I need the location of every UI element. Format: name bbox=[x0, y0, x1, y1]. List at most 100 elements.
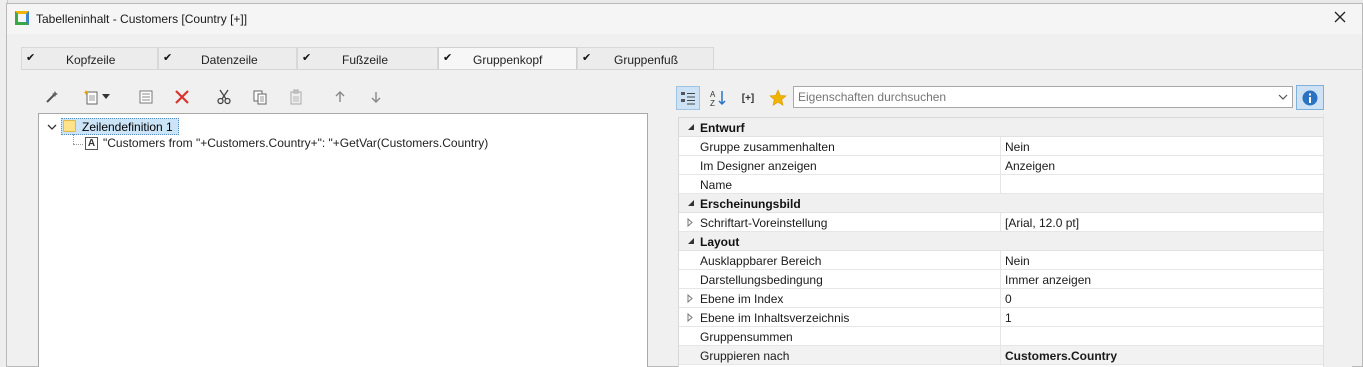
new-item-icon bbox=[84, 90, 98, 105]
paste-button[interactable] bbox=[285, 87, 307, 107]
table-content-dialog: Tabelleninhalt - Customers [Country [+]]… bbox=[6, 3, 1363, 367]
chevron-down-icon[interactable] bbox=[1277, 91, 1289, 103]
tab-datenzeile[interactable]: ✔ Datenzeile bbox=[158, 47, 297, 69]
property-row[interactable]: Schriftart-Voreinstellung [Arial, 12.0 p… bbox=[679, 213, 1328, 232]
text-field-icon: A bbox=[85, 137, 98, 150]
collapse-icon[interactable] bbox=[687, 237, 695, 245]
delete-button[interactable] bbox=[171, 87, 193, 107]
window-title: Tabelleninhalt - Customers [Country [+]] bbox=[36, 12, 248, 26]
collapse-icon[interactable] bbox=[687, 199, 695, 207]
copy-button[interactable] bbox=[249, 87, 271, 107]
tab-label: Gruppenkopf bbox=[473, 53, 543, 67]
row-definition-tree: Zeilendefinition 1 A "Customers from "+C… bbox=[38, 113, 648, 367]
property-name: Ebene im Inhaltsverzeichnis bbox=[700, 311, 850, 325]
close-icon bbox=[1334, 11, 1346, 23]
property-row[interactable]: Im Designer anzeigen Anzeigen bbox=[679, 156, 1328, 175]
property-value[interactable]: Nein bbox=[1005, 254, 1030, 268]
property-value[interactable]: [Arial, 12.0 pt] bbox=[1005, 216, 1079, 230]
tab-label: Fußzeile bbox=[342, 53, 389, 67]
column-divider bbox=[1000, 156, 1001, 175]
property-name: Schriftart-Voreinstellung bbox=[700, 216, 828, 230]
delete-icon bbox=[175, 90, 189, 104]
new-item-dropdown[interactable] bbox=[99, 87, 113, 107]
tab-label: Gruppenfuß bbox=[614, 53, 679, 67]
property-name: Ausklappbarer Bereich bbox=[700, 254, 822, 268]
property-row[interactable]: Ausklappbarer Bereich Nein bbox=[679, 251, 1328, 270]
property-row-selected[interactable]: Gruppieren nach Customers.Country bbox=[679, 346, 1328, 365]
property-name: Gruppensummen bbox=[700, 330, 793, 344]
category-label: Layout bbox=[700, 235, 740, 249]
property-search-combo[interactable] bbox=[793, 86, 1293, 108]
property-row[interactable]: Ebene im Inhaltsverzeichnis 1 bbox=[679, 308, 1328, 327]
expand-icon[interactable] bbox=[687, 218, 693, 227]
tab-kopfzeile[interactable]: ✔ Kopfzeile bbox=[21, 47, 158, 69]
column-divider bbox=[1000, 175, 1001, 194]
tab-divider bbox=[21, 69, 1363, 70]
sort-az-icon: AZ bbox=[710, 90, 726, 107]
check-icon[interactable]: ✔ bbox=[163, 51, 172, 64]
check-icon[interactable]: ✔ bbox=[302, 51, 311, 64]
column-divider bbox=[1000, 270, 1001, 289]
property-value[interactable]: Immer anzeigen bbox=[1005, 273, 1091, 287]
tab-gruppenkopf[interactable]: ✔ Gruppenkopf bbox=[438, 47, 577, 70]
check-icon[interactable]: ✔ bbox=[26, 51, 35, 64]
wand-icon bbox=[46, 91, 58, 103]
tab-label: Datenzeile bbox=[201, 53, 258, 67]
move-up-icon bbox=[335, 91, 345, 102]
collapse-icon[interactable] bbox=[687, 123, 695, 131]
info-button[interactable] bbox=[1296, 85, 1324, 110]
copy-icon bbox=[253, 90, 267, 105]
property-row[interactable]: Ebene im Index 0 bbox=[679, 289, 1328, 308]
property-name: Ebene im Index bbox=[700, 292, 784, 306]
property-row[interactable]: Name bbox=[679, 175, 1328, 194]
tab-label: Kopfzeile bbox=[66, 53, 116, 67]
category-label: Erscheinungsbild bbox=[700, 197, 801, 211]
category-label: Entwurf bbox=[700, 121, 745, 135]
property-row[interactable]: Gruppe zusammenhalten Nein bbox=[679, 137, 1328, 156]
move-up-button[interactable] bbox=[329, 87, 351, 107]
column-divider bbox=[1000, 251, 1001, 270]
expand-icon[interactable] bbox=[687, 313, 693, 322]
properties-button[interactable] bbox=[135, 87, 157, 107]
property-name: Darstellungsbedingung bbox=[700, 273, 823, 287]
category-layout[interactable]: Layout bbox=[679, 232, 1328, 251]
property-value[interactable]: Customers.Country bbox=[1005, 349, 1117, 363]
property-value[interactable]: 1 bbox=[1005, 311, 1012, 325]
property-value[interactable]: Nein bbox=[1005, 140, 1030, 154]
app-logo-icon bbox=[15, 11, 29, 25]
paste-icon bbox=[290, 89, 302, 105]
property-row[interactable]: Gruppensummen bbox=[679, 327, 1328, 346]
tree-node-label[interactable]: "Customers from "+Customers.Country+": "… bbox=[103, 136, 488, 150]
column-divider bbox=[1000, 289, 1001, 308]
property-row[interactable]: Darstellungsbedingung Immer anzeigen bbox=[679, 270, 1328, 289]
expand-icon[interactable] bbox=[687, 294, 693, 303]
column-divider bbox=[1000, 308, 1001, 327]
category-entwurf[interactable]: Entwurf bbox=[679, 118, 1328, 137]
property-grid: Entwurf Gruppe zusammenhalten Nein Im De… bbox=[678, 117, 1329, 367]
tree-node-text-field[interactable]: A "Customers from "+Customers.Country+":… bbox=[39, 114, 639, 154]
category-erscheinungsbild[interactable]: Erscheinungsbild bbox=[679, 194, 1328, 213]
title-bar: Tabelleninhalt - Customers [Country [+]] bbox=[7, 4, 1362, 34]
column-divider bbox=[1000, 137, 1001, 156]
property-grid-scrollbar[interactable] bbox=[1323, 114, 1352, 367]
property-search-input[interactable] bbox=[798, 89, 1268, 105]
expand-all-button[interactable]: [+] bbox=[736, 86, 760, 110]
move-down-button[interactable] bbox=[365, 87, 387, 107]
tab-fusszeile[interactable]: ✔ Fußzeile bbox=[297, 47, 438, 69]
column-divider bbox=[1000, 327, 1001, 346]
close-button[interactable] bbox=[1332, 10, 1348, 26]
column-divider bbox=[1000, 213, 1001, 232]
properties-icon bbox=[139, 90, 153, 104]
svg-text:Z: Z bbox=[710, 99, 715, 107]
cut-button[interactable] bbox=[213, 87, 235, 107]
property-toolbar: AZ [+] bbox=[676, 85, 1358, 111]
tab-gruppenfuss[interactable]: ✔ Gruppenfuß bbox=[577, 47, 714, 69]
favorites-button[interactable] bbox=[766, 86, 790, 110]
wizard-button[interactable] bbox=[41, 87, 63, 107]
property-value[interactable]: 0 bbox=[1005, 292, 1012, 306]
check-icon[interactable]: ✔ bbox=[582, 51, 591, 64]
categorized-view-button[interactable] bbox=[676, 86, 700, 110]
sort-alphabetical-button[interactable]: AZ bbox=[706, 86, 730, 110]
property-value[interactable]: Anzeigen bbox=[1005, 159, 1055, 173]
check-icon[interactable]: ✔ bbox=[443, 51, 452, 64]
